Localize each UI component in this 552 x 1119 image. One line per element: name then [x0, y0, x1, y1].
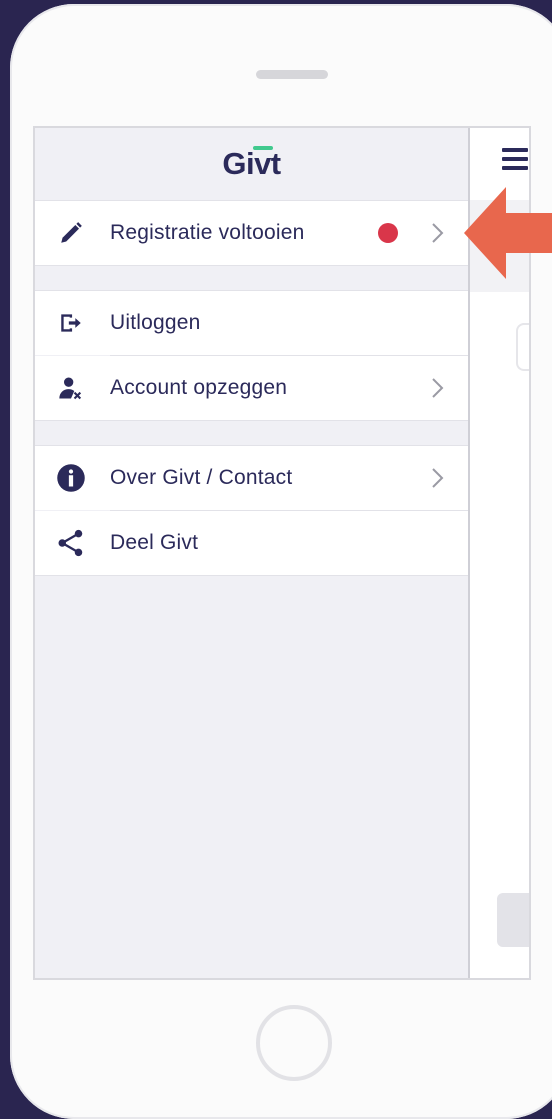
divider	[35, 265, 468, 266]
menu-item-label: Registratie voltooien	[110, 221, 305, 244]
pointer-arrow-icon	[464, 187, 552, 279]
logo-accent-bar	[253, 146, 274, 150]
logout-icon	[55, 307, 87, 339]
phone-speaker	[256, 70, 328, 79]
home-button[interactable]	[256, 1005, 332, 1081]
menu-item-label: Uitloggen	[110, 311, 201, 334]
divider	[35, 420, 468, 421]
main-content-card-peek	[516, 323, 529, 371]
logo-text: Givt	[222, 146, 281, 181]
side-menu: Givt Registratie voltooien Uitloggen Acc…	[35, 128, 470, 978]
user-remove-icon	[55, 372, 87, 404]
menu-item-label: Account opzeggen	[110, 376, 288, 399]
divider	[35, 575, 468, 576]
hamburger-menu-icon[interactable]	[502, 148, 528, 175]
main-content-button-peek[interactable]	[497, 893, 529, 947]
menu-item-account-opzeggen[interactable]: Account opzeggen	[35, 356, 468, 420]
chevron-right-icon	[432, 378, 444, 398]
app-screen: Givt Registratie voltooien Uitloggen Acc…	[35, 128, 529, 978]
menu-item-label: Deel Givt	[110, 531, 199, 554]
menu-item-registratie[interactable]: Registratie voltooien	[35, 201, 468, 265]
menu-item-deel-givt[interactable]: Deel Givt	[35, 511, 468, 575]
menu-item-over-givt[interactable]: Over Givt / Contact	[35, 446, 468, 510]
notification-dot	[378, 223, 398, 243]
pencil-icon	[55, 217, 87, 249]
chevron-right-icon	[432, 223, 444, 243]
givt-logo: Givt	[222, 146, 281, 182]
menu-item-label: Over Givt / Contact	[110, 466, 293, 489]
share-icon	[55, 527, 87, 559]
info-icon	[55, 462, 87, 494]
menu-item-uitloggen[interactable]: Uitloggen	[35, 291, 468, 355]
chevron-right-icon	[432, 468, 444, 488]
menu-header: Givt	[35, 128, 468, 200]
